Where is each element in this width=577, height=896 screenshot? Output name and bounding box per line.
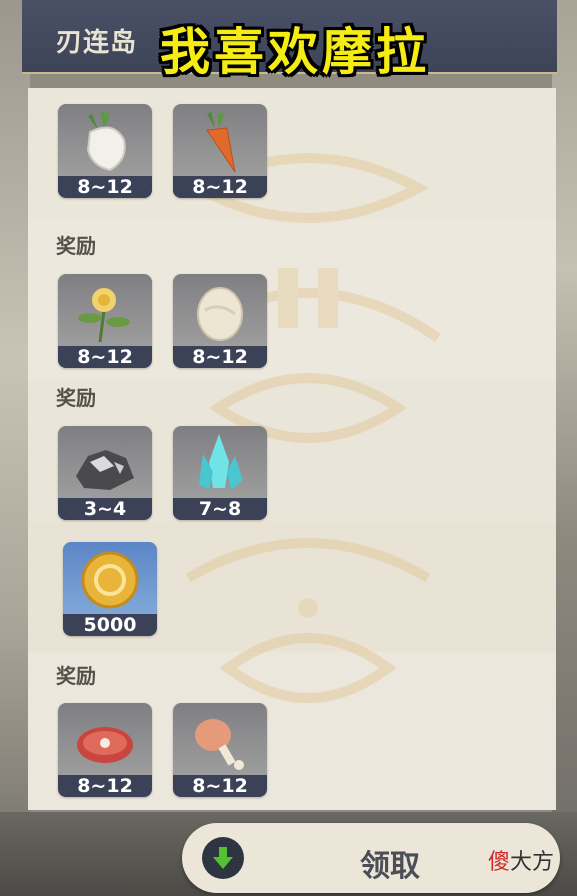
claim-button-label: 领取 [360, 849, 420, 884]
reward-item-mora[interactable]: 5000 [63, 542, 157, 636]
reward-item-fowl[interactable]: 8~12 [173, 703, 267, 797]
section-label-reward: 奖励 [56, 234, 96, 258]
item-quantity: 8~12 [173, 176, 267, 198]
overlay-caption: 我喜欢摩拉 [160, 23, 430, 81]
item-quantity: 7~8 [173, 498, 267, 520]
reward-item-bird-egg[interactable]: 8~12 [173, 274, 267, 368]
section-label-reward: 奖励 [56, 386, 96, 410]
carrot-icon [206, 112, 236, 173]
mora-coin-icon [81, 551, 139, 609]
fowl-drumstick-icon [195, 719, 244, 770]
item-quantity: 8~12 [58, 176, 152, 198]
item-quantity: 8~12 [173, 346, 267, 368]
reward-item-sweet-flower[interactable]: 8~12 [58, 274, 152, 368]
reward-item-iron-chunk[interactable]: 3~4 [58, 426, 152, 520]
radish-icon [86, 112, 126, 172]
raw-meat-icon [77, 727, 133, 763]
reward-item-radish[interactable]: 8~12 [58, 104, 152, 198]
section-label-reward: 奖励 [56, 664, 96, 688]
reward-item-raw-meat[interactable]: 8~12 [58, 703, 152, 797]
crystal-chunk-icon [199, 434, 243, 490]
reward-item-crystal-chunk[interactable]: 7~8 [173, 426, 267, 520]
item-quantity: 5000 [63, 614, 157, 636]
item-quantity: 3~4 [58, 498, 152, 520]
item-quantity: 8~12 [58, 775, 152, 797]
location-title: 刃连岛 [56, 28, 138, 58]
sweet-flower-icon [78, 288, 130, 343]
item-quantity: 8~12 [173, 775, 267, 797]
bird-egg-icon [197, 287, 243, 341]
item-quantity: 8~12 [58, 346, 152, 368]
background-left [0, 0, 30, 896]
download-arrow-icon [202, 837, 244, 879]
reward-item-carrot[interactable]: 8~12 [173, 104, 267, 198]
iron-chunk-icon [76, 450, 134, 490]
brand-watermark: 傻大方 [488, 850, 555, 875]
